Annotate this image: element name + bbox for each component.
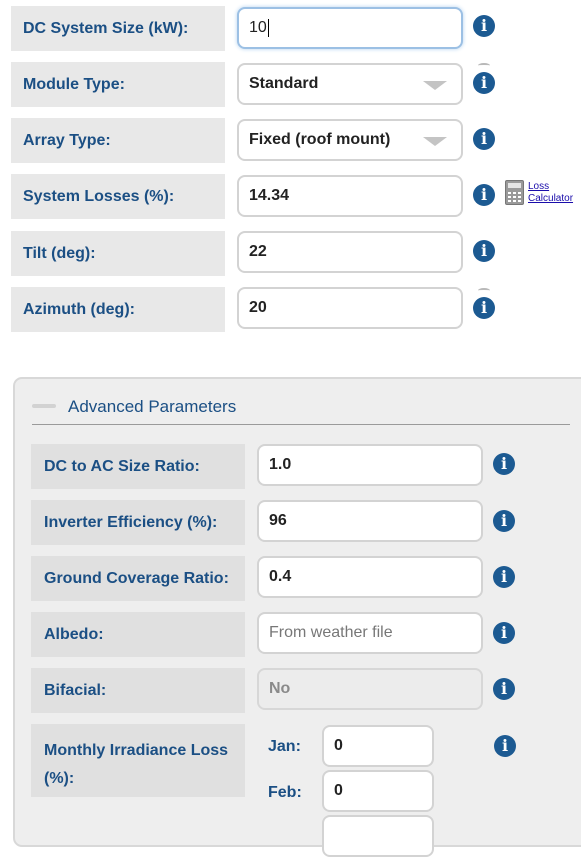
dc-ac-ratio-value: 1.0 (269, 456, 292, 473)
info-icon[interactable]: i (494, 735, 516, 757)
dropdown-arrow-icon (423, 137, 447, 146)
ground-coverage-ratio-label: Ground Coverage Ratio: (31, 556, 245, 601)
loss-calculator-line1: Loss (528, 181, 550, 192)
tooltip-hint (478, 288, 490, 293)
system-losses-value: 14.34 (249, 187, 290, 204)
calculator-screen (508, 183, 521, 188)
calculator-keys (508, 190, 521, 202)
loss-calculator-line2: Calculator (528, 193, 574, 204)
array-type-value: Fixed (roof mount) (249, 131, 391, 148)
text-caret (267, 19, 269, 37)
monthly-irradiance-loss-label-line2: (%): (44, 770, 75, 787)
ground-coverage-ratio-value: 0.4 (269, 568, 292, 585)
info-icon[interactable]: i (493, 678, 515, 700)
tilt-input[interactable]: 22 (237, 231, 463, 273)
inverter-efficiency-label: Inverter Efficiency (%): (31, 500, 245, 545)
albedo-placeholder: From weather file (269, 624, 393, 641)
month-label-jan: Jan: (268, 738, 301, 755)
dc-ac-ratio-input[interactable]: 1.0 (257, 444, 483, 486)
info-icon[interactable]: i (493, 622, 515, 644)
monthly-irradiance-loss-label-line1: Monthly Irradiance Loss (44, 742, 229, 759)
info-icon[interactable]: i (473, 15, 495, 37)
month-value-feb: 0 (334, 782, 343, 799)
ground-coverage-ratio-input[interactable]: 0.4 (257, 556, 483, 598)
inverter-efficiency-input[interactable]: 96 (257, 500, 483, 542)
system-losses-input[interactable]: 14.34 (237, 175, 463, 217)
azimuth-input[interactable]: 20 (237, 287, 463, 329)
tooltip-hint (478, 63, 490, 68)
bifacial-select[interactable]: No (257, 668, 483, 710)
info-icon[interactable]: i (473, 128, 495, 150)
system-losses-label: System Losses (%): (11, 174, 225, 219)
info-icon[interactable]: i (473, 184, 495, 206)
info-icon[interactable]: i (493, 510, 515, 532)
month-value-jan: 0 (334, 737, 343, 754)
tilt-label: Tilt (deg): (11, 231, 225, 276)
dc-system-size-label: DC System Size (kW): (11, 6, 225, 51)
month-label-feb: Feb: (268, 784, 302, 801)
month-input-feb[interactable]: 0 (322, 770, 434, 812)
month-input-jan[interactable]: 0 (322, 725, 434, 767)
inverter-efficiency-value: 96 (269, 512, 287, 529)
dropdown-arrow-icon (423, 81, 447, 90)
info-icon[interactable]: i (473, 240, 495, 262)
module-type-label: Module Type: (11, 62, 225, 107)
albedo-label: Albedo: (31, 612, 245, 657)
calculator-icon[interactable] (505, 180, 524, 205)
info-icon[interactable]: i (473, 63, 495, 94)
monthly-irradiance-loss-label: Monthly Irradiance Loss (%): (31, 724, 245, 797)
month-input-mar[interactable] (322, 815, 434, 857)
dc-system-size-value: 10 (249, 19, 267, 36)
dc-ac-ratio-label: DC to AC Size Ratio: (31, 444, 245, 489)
module-type-value: Standard (249, 75, 319, 92)
advanced-parameters-title[interactable]: Advanced Parameters (68, 397, 236, 417)
bifacial-value: No (269, 680, 291, 697)
info-icon[interactable]: i (493, 453, 515, 475)
section-divider (32, 424, 570, 425)
array-type-label: Array Type: (11, 118, 225, 163)
azimuth-label: Azimuth (deg): (11, 287, 225, 332)
info-icon[interactable]: i (473, 288, 495, 319)
loss-calculator-link[interactable]: Loss Calculator (528, 181, 573, 205)
collapse-icon[interactable] (32, 404, 56, 408)
array-type-select[interactable]: Fixed (roof mount) (237, 119, 463, 161)
azimuth-value: 20 (249, 299, 267, 316)
module-type-select[interactable]: Standard (237, 63, 463, 105)
albedo-input[interactable]: From weather file (257, 612, 483, 654)
info-icon[interactable]: i (493, 566, 515, 588)
tilt-value: 22 (249, 243, 267, 260)
bifacial-label: Bifacial: (31, 668, 245, 713)
dc-system-size-input[interactable]: 10 (237, 7, 463, 49)
